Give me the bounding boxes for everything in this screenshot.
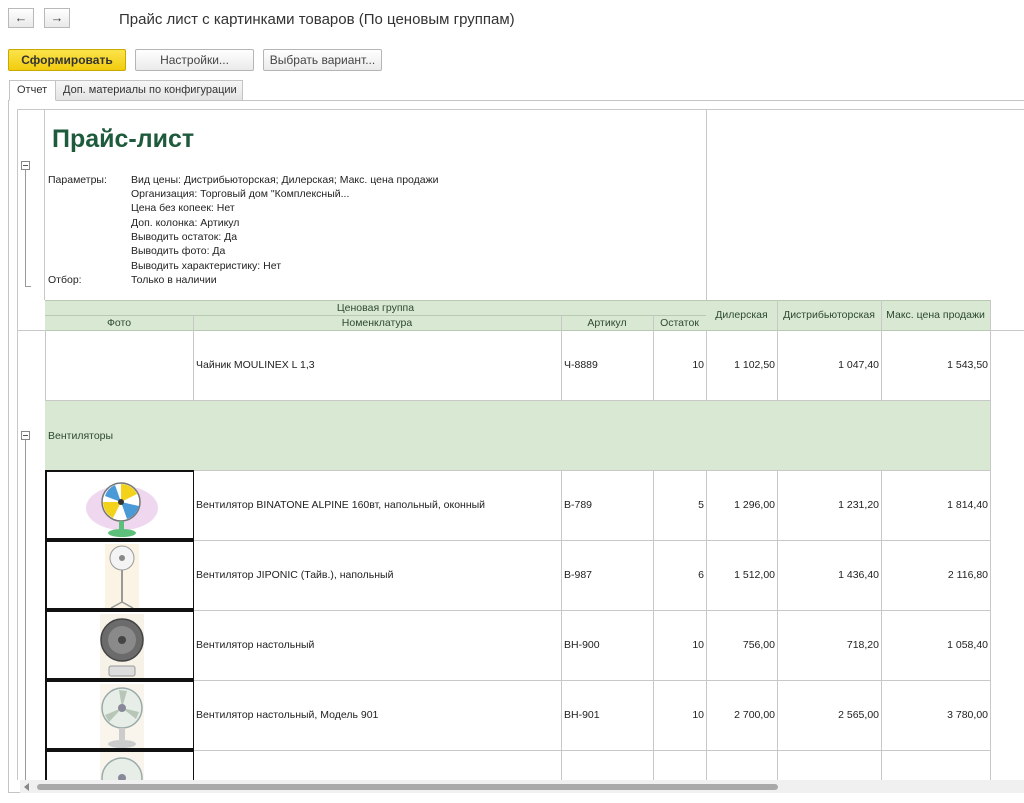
desk-fan-icon bbox=[100, 684, 144, 748]
row-kettle-dealer: 1 102,50 bbox=[734, 359, 775, 371]
col-photo-header: Фото bbox=[106, 317, 132, 329]
row-name: Вентилятор JIPONIC (Тайв.), напольный bbox=[196, 569, 394, 581]
row-sku: В-987 bbox=[564, 569, 593, 581]
row-distributor: 1 436,40 bbox=[838, 569, 879, 581]
collapse-header-toggle[interactable] bbox=[21, 161, 30, 170]
row-dealer: 1 512,00 bbox=[734, 569, 775, 581]
row-name: Вентилятор BINATONE ALPINE 160вт, наполь… bbox=[196, 499, 486, 511]
scrollbar-thumb[interactable] bbox=[37, 784, 778, 790]
arrow-right-icon: → bbox=[50, 10, 64, 25]
col-stock-header: Остаток bbox=[660, 317, 699, 329]
collapse-group-toggle[interactable] bbox=[21, 431, 30, 440]
row-distributor: 2 565,00 bbox=[838, 709, 879, 721]
row-dealer: 1 296,00 bbox=[734, 499, 775, 511]
param-show-photo: Выводить фото: Да bbox=[131, 245, 226, 257]
row-max-price: 2 116,80 bbox=[947, 569, 988, 581]
row-name: Вентилятор настольный, Модель 901 bbox=[196, 709, 379, 721]
filter-label: Отбор: bbox=[48, 274, 82, 286]
row-max-price: 1 814,40 bbox=[947, 499, 988, 511]
row-stock: 10 bbox=[692, 639, 704, 651]
row-max-price: 3 780,00 bbox=[947, 709, 988, 721]
param-show-characteristic: Выводить характеристику: Нет bbox=[131, 260, 282, 272]
report-heading: Прайс-лист bbox=[52, 125, 195, 153]
param-show-stock: Выводить остаток: Да bbox=[131, 231, 238, 243]
product-photo bbox=[45, 680, 194, 750]
tab-report[interactable]: Отчет bbox=[9, 80, 56, 101]
row-distributor: 1 231,20 bbox=[838, 499, 879, 511]
param-organization: Организация: Торговый дом "Комплексный..… bbox=[131, 188, 350, 200]
row-dealer: 2 700,00 bbox=[734, 709, 775, 721]
filter-value: Только в наличии bbox=[131, 274, 217, 286]
row-sku: ВН-901 bbox=[564, 709, 600, 721]
row-kettle-stock: 10 bbox=[692, 359, 704, 371]
group-name: Вентиляторы bbox=[48, 430, 114, 442]
floor-fan-icon bbox=[105, 544, 139, 608]
col-distributor-header: Дистрибьюторская bbox=[783, 309, 875, 321]
product-photo bbox=[45, 610, 194, 680]
row-stock: 5 bbox=[698, 499, 704, 511]
product-photo bbox=[45, 540, 194, 610]
scroll-left-icon[interactable] bbox=[24, 783, 29, 791]
row-dealer: 756,00 bbox=[742, 639, 775, 651]
param-no-kopecks: Цена без копеек: Нет bbox=[131, 202, 235, 214]
forward-button[interactable]: → bbox=[44, 8, 70, 28]
colorful-fan-icon bbox=[86, 482, 158, 537]
price-group-header: Ценовая группа bbox=[336, 302, 415, 314]
param-extra-column: Доп. колонка: Артикул bbox=[131, 217, 240, 229]
group-row-fans bbox=[45, 401, 990, 470]
back-button[interactable]: ← bbox=[8, 8, 34, 28]
col-max-price-header: Макс. цена продажи bbox=[886, 309, 985, 321]
choose-variant-button[interactable]: Выбрать вариант... bbox=[263, 49, 382, 71]
row-stock: 6 bbox=[698, 569, 704, 581]
row-kettle-sku: Ч-8889 bbox=[564, 359, 598, 371]
desk-fan-dark-icon bbox=[100, 614, 144, 678]
row-sku: ВН-900 bbox=[564, 639, 600, 651]
row-kettle-name: Чайник MOULINEX L 1,3 bbox=[196, 359, 315, 371]
params-label: Параметры: bbox=[48, 174, 107, 186]
row-stock: 10 bbox=[692, 709, 704, 721]
row-distributor: 718,20 bbox=[846, 639, 879, 651]
settings-button[interactable]: Настройки... bbox=[135, 49, 254, 71]
row-kettle-distributor: 1 047,40 bbox=[838, 359, 879, 371]
row-sku: В-789 bbox=[564, 499, 593, 511]
col-name-header: Номенклатура bbox=[341, 317, 413, 329]
row-kettle-max-price: 1 543,50 bbox=[947, 359, 988, 371]
tab-config-materials[interactable]: Доп. материалы по конфигурации bbox=[55, 80, 243, 101]
arrow-left-icon: ← bbox=[14, 10, 28, 25]
param-price-type: Вид цены: Дистрибьюторская; Дилерская; М… bbox=[131, 174, 439, 186]
product-photo bbox=[45, 470, 194, 540]
row-name: Вентилятор настольный bbox=[196, 639, 315, 651]
col-sku-header: Артикул bbox=[587, 317, 627, 329]
row-max-price: 1 058,40 bbox=[947, 639, 988, 651]
window-title: Прайс лист с картинками товаров (По цено… bbox=[119, 11, 515, 28]
col-dealer-header: Дилерская bbox=[715, 309, 768, 321]
generate-button[interactable]: Сформировать bbox=[8, 49, 126, 71]
